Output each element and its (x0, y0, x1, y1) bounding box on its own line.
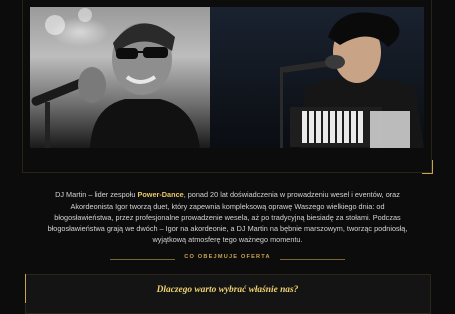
stage-light (50, 17, 110, 47)
description-lead: DJ Martin – lider zespołu (55, 190, 136, 200)
dj-martin-photo (30, 7, 210, 148)
about-description: DJ Martin – lider zespołu Power-Dance, p… (40, 189, 415, 245)
offer-section-label: CO OBEJMUJE OFERTA (184, 254, 271, 260)
section-divider-right (280, 259, 345, 260)
igor-accordion-photo (210, 7, 424, 148)
band-name: Power-Dance (137, 190, 184, 200)
frame-corner-accent (422, 160, 433, 174)
why-choose-us-title: Dlaczego warto wybrać właśnie nas? (156, 285, 299, 295)
igor-accordion-illustration (280, 12, 424, 148)
